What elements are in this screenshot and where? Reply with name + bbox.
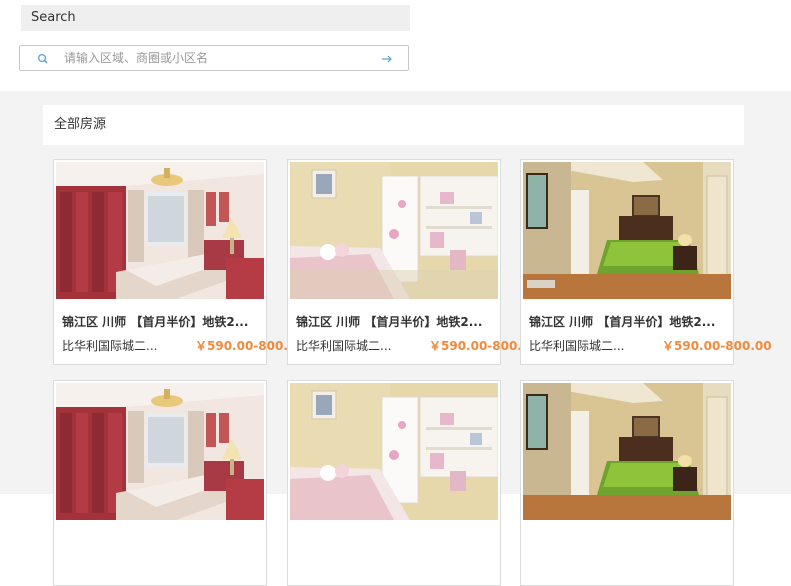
red-bedroom-photo [56, 162, 264, 299]
search-input[interactable] [64, 48, 364, 68]
listing-title[interactable]: 锦江区 川师 【首月半价】地铁2... [296, 313, 486, 330]
search-icon[interactable] [36, 52, 50, 66]
listing-community: 比华利国际城二... [529, 339, 625, 353]
green-bed-bedroom-photo [523, 162, 731, 299]
green-bed-bedroom-photo [523, 383, 731, 520]
listing-title[interactable]: 锦江区 川师 【首月半价】地铁2... [529, 313, 719, 330]
listing-card[interactable] [520, 380, 734, 586]
listing-photo[interactable] [56, 383, 264, 520]
kids-bedroom-photo [290, 162, 498, 299]
listing-card[interactable]: 锦江区 川师 【首月半价】地铁2... 比华利国际城二... ￥590.00-8… [287, 159, 539, 365]
search-label: Search [21, 5, 410, 31]
listing-title[interactable]: 锦江区 川师 【首月半价】地铁2... [62, 313, 252, 330]
listing-community: 比华利国际城二... [296, 339, 392, 353]
red-bedroom-photo [56, 383, 264, 520]
listing-photo[interactable] [56, 162, 264, 299]
listing-photo[interactable] [523, 383, 731, 520]
search-box[interactable] [19, 45, 409, 71]
listing-section: 全部房源 锦江区 川师 【首月半价】地铁2... 比华利国际城二... ￥590… [0, 91, 791, 586]
search-area: Search [0, 0, 791, 91]
listing-photo[interactable] [290, 162, 498, 299]
kids-bedroom-photo [290, 383, 498, 520]
listing-card[interactable]: 锦江区 川师 【首月半价】地铁2... 比华利国际城二... ￥590.00-8… [520, 159, 772, 365]
arrow-right-icon[interactable] [380, 52, 394, 66]
listing-photo[interactable] [290, 383, 498, 520]
listing-community: 比华利国际城二... [62, 339, 158, 353]
listing-price: ￥590.00-800.00 [662, 339, 772, 353]
section-title: 全部房源 [43, 105, 744, 145]
listing-card[interactable] [53, 380, 267, 586]
listing-card[interactable] [287, 380, 501, 586]
listing-card[interactable]: 锦江区 川师 【首月半价】地铁2... 比华利国际城二... ￥590.00-8… [53, 159, 305, 365]
listing-photo[interactable] [523, 162, 731, 299]
